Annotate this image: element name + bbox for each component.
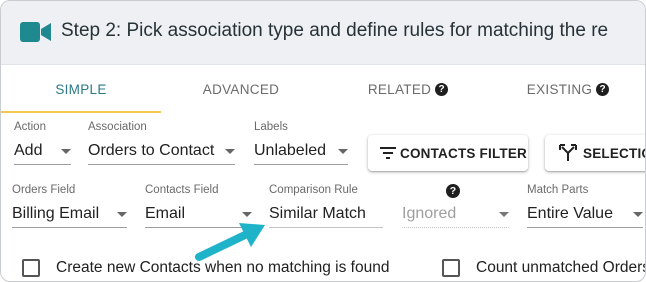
checkbox-label: Create new Contacts when no matching is … [56, 259, 390, 276]
action-dropdown[interactable]: Add [14, 138, 71, 165]
tab-related[interactable]: RELATED ? [328, 65, 488, 113]
app-window: Step 2: Pick association type and define… [0, 0, 646, 282]
field-label: Action [14, 121, 46, 133]
orders-field-dropdown[interactable]: Billing Email [12, 201, 127, 228]
tab-bar: SIMPLE ADVANCED RELATED ? EXISTING ? [1, 65, 645, 113]
field-label: Association [88, 121, 147, 133]
tab-existing[interactable]: EXISTING ? [488, 65, 645, 113]
association-dropdown[interactable]: Orders to Contact [88, 138, 235, 165]
comparison-rule-field[interactable]: Similar Match [269, 201, 383, 228]
selection-button[interactable]: SELECTIO [545, 135, 646, 171]
tab-label: EXISTING [526, 81, 593, 97]
annotation-arrow-icon [195, 223, 265, 261]
match-parts-dropdown[interactable]: Entire Value [527, 201, 643, 228]
tab-simple[interactable]: SIMPLE [1, 65, 161, 113]
field-label: Match Parts [527, 184, 589, 196]
button-label: CONTACTS FILTER [400, 145, 527, 161]
contacts-filter-button[interactable]: CONTACTS FILTER [368, 135, 528, 171]
merge-icon [559, 144, 577, 161]
help-icon[interactable]: ? [446, 184, 460, 198]
tab-label: RELATED [367, 81, 432, 97]
filter-icon [380, 147, 396, 159]
select-value: Entire Value [527, 205, 613, 222]
dropdown-caret-icon [225, 149, 235, 154]
checkbox-box[interactable] [442, 259, 460, 277]
select-value: Orders to Contact [88, 142, 215, 159]
dropdown-caret-icon [499, 212, 509, 217]
select-value: Add [14, 142, 43, 159]
dropdown-caret-icon [117, 212, 127, 217]
help-icon[interactable]: ? [435, 82, 449, 96]
field-label: Labels [254, 121, 288, 133]
dropdown-caret-icon [61, 149, 71, 154]
tab-label: ADVANCED [202, 81, 280, 97]
select-value: Ignored [402, 205, 457, 222]
field-label: Comparison Rule [269, 184, 358, 196]
video-camera-icon [20, 22, 51, 42]
checkbox-box[interactable] [22, 259, 40, 277]
field-label: Orders Field [12, 184, 76, 196]
step-header: Step 2: Pick association type and define… [1, 1, 645, 65]
input-value: Similar Match [269, 205, 366, 222]
field-label: Contacts Field [145, 184, 219, 196]
ignored-dropdown[interactable]: Ignored [402, 201, 509, 228]
help-icon[interactable]: ? [596, 82, 610, 96]
create-new-contacts-checkbox[interactable]: Create new Contacts when no matching is … [22, 259, 389, 277]
dropdown-caret-icon [633, 212, 643, 217]
labels-dropdown[interactable]: Unlabeled [254, 138, 348, 165]
dropdown-caret-icon [242, 212, 252, 217]
select-value: Email [145, 205, 186, 222]
button-label: SELECTIO [583, 145, 646, 161]
select-value: Billing Email [12, 205, 100, 222]
tab-label: SIMPLE [55, 81, 107, 97]
checkbox-label: Count unmatched Orders [476, 259, 646, 276]
dropdown-caret-icon [338, 149, 348, 154]
page-title: Step 2: Pick association type and define… [61, 20, 609, 41]
select-value: Unlabeled [254, 142, 327, 159]
count-unmatched-checkbox[interactable]: Count unmatched Orders [442, 259, 646, 277]
tab-advanced[interactable]: ADVANCED [161, 65, 321, 113]
